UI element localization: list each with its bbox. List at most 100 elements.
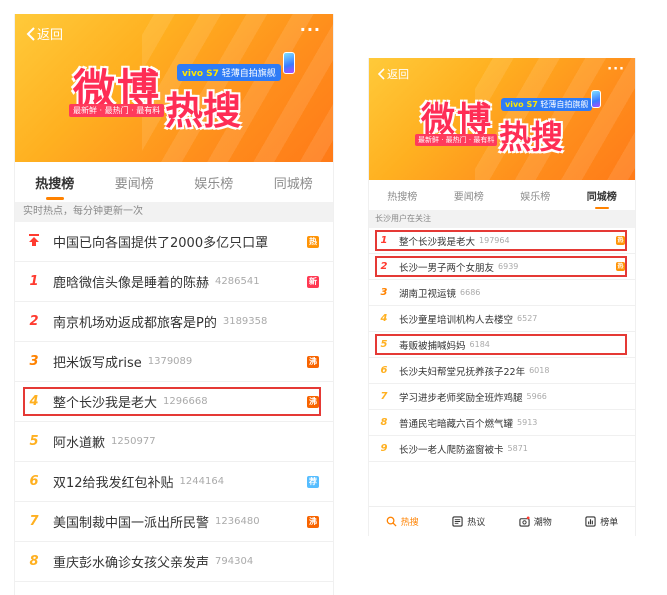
rank-number: 6 <box>380 365 388 376</box>
list-subheader: 实时热点，每分钟更新一次 <box>15 202 333 222</box>
rank-number: 7 <box>29 514 39 529</box>
topic-title: 南京机场劝返成都旅客是P的 <box>53 316 217 331</box>
nav-discussion[interactable]: 热议 <box>452 515 485 528</box>
back-label: 返回 <box>387 68 409 81</box>
topic-title: 普通民宅暗藏六百个燃气罐 <box>399 418 514 430</box>
list-item[interactable]: 3 湖南卫视运镜 6686 <box>369 280 635 306</box>
discussion-icon <box>452 516 463 527</box>
nav-label: 榜单 <box>600 518 619 528</box>
banner-slogan: 最新鲜 · 最热门 · 最有料 <box>415 134 498 146</box>
more-options-icon[interactable]: ··· <box>607 62 625 77</box>
list-item[interactable]: 1 鹿晗微信头像是睡着的陈赫 4286541 新 <box>15 262 333 302</box>
search-count: 5966 <box>526 392 547 401</box>
nav-hot-search[interactable]: 热搜 <box>386 515 419 528</box>
brand-title-secondary: 热搜 <box>499 118 564 156</box>
promo-badge: vivo S7 轻薄自拍旗舰 <box>177 64 281 81</box>
rank-number: 4 <box>380 313 388 324</box>
tab-news[interactable]: 要闻榜 <box>454 188 484 203</box>
left-phone-screen: 返回 ··· 微博 热搜 vivo S7 轻薄自拍旗舰 最新鲜 · 最热门 · … <box>14 14 334 595</box>
topic-title: 长沙一男子两个女朋友 <box>399 262 495 274</box>
search-count: 6018 <box>529 366 550 375</box>
list-item[interactable]: 7 美国制裁中国一派出所民警 1236480 沸 <box>15 502 333 542</box>
ranking-tabs: 热搜榜 要闻榜 娱乐榜 同城榜 <box>369 180 635 210</box>
boiling-badge: 沸 <box>307 356 319 368</box>
rank-number: 3 <box>380 287 388 298</box>
rank-number: 1 <box>380 235 388 246</box>
nav-label: 热搜 <box>400 518 419 528</box>
topic-title: 毒贩被捕喊妈妈 <box>399 340 466 352</box>
back-label: 返回 <box>37 28 64 43</box>
list-item[interactable]: 8 普通民宅暗藏六百个燃气罐 5913 <box>369 410 635 436</box>
nav-trend-goods[interactable]: 潮物 <box>519 515 552 528</box>
tab-local[interactable]: 同城榜 <box>274 173 313 192</box>
search-count: 6939 <box>498 262 519 271</box>
search-count: 197964 <box>479 236 510 245</box>
topic-title: 学习进步老师奖励全班炸鸡腿 <box>399 392 523 404</box>
search-count: 4286541 <box>215 276 260 287</box>
local-ranking-list: 1 整个长沙我是老大 197964 热 2 长沙一男子两个女朋友 6939 热 … <box>369 228 635 462</box>
list-subheader: 长沙用户在关注 <box>369 210 635 228</box>
right-phone-screen: 返回 ··· 微博 热搜 vivo S7 轻薄自拍旗舰 最新鲜 · 最热门 · … <box>368 58 636 536</box>
list-item[interactable]: 9 长沙一老人爬防盗窗被卡 5871 <box>369 436 635 462</box>
search-count: 794304 <box>215 556 254 567</box>
search-count: 3189358 <box>222 316 268 327</box>
list-item[interactable]: 2 南京机场劝返成都旅客是P的 3189358 <box>15 302 333 342</box>
list-item[interactable]: 7 学习进步老师奖励全班炸鸡腿 5966 <box>369 384 635 410</box>
back-button[interactable]: 返回 <box>25 24 63 43</box>
tab-local[interactable]: 同城榜 <box>587 188 617 203</box>
search-count: 1296668 <box>163 396 208 407</box>
tab-hot-search[interactable]: 热搜榜 <box>387 188 417 203</box>
nav-ranking[interactable]: 榜单 <box>585 515 618 528</box>
promo-text: 轻薄自拍旗舰 <box>221 69 276 79</box>
search-count: 1236480 <box>215 516 260 527</box>
chevron-left-icon <box>377 68 385 80</box>
hot-search-banner: 返回 ··· 微博 热搜 vivo S7 轻薄自拍旗舰 最新鲜 · 最热门 · … <box>15 14 333 162</box>
topic-title: 长沙一老人爬防盗窗被卡 <box>399 444 504 456</box>
rank-number: 2 <box>29 314 39 329</box>
topic-title: 整个长沙我是老大 <box>53 396 158 411</box>
rank-number: 9 <box>380 443 388 454</box>
list-item[interactable]: 3 把米饭写成rise 1379089 沸 <box>15 342 333 382</box>
recommend-badge: 荐 <box>307 476 319 488</box>
promo-badge: vivo S7 轻薄自拍旗舰 <box>501 98 593 111</box>
back-button[interactable]: 返回 <box>377 66 409 82</box>
rank-number: 3 <box>29 354 39 369</box>
search-count: 5871 <box>507 444 528 453</box>
list-item[interactable]: 6 长沙夫妇帮堂兄抚养孩子22年 6018 <box>369 358 635 384</box>
topic-title: 长沙夫妇帮堂兄抚养孩子22年 <box>399 366 526 378</box>
tab-news[interactable]: 要闻榜 <box>115 173 154 192</box>
list-item-highlighted[interactable]: 4 整个长沙我是老大 1296668 沸 <box>15 382 333 422</box>
list-item[interactable]: 中国已向各国提供了2000多亿只口罩 热 <box>15 222 333 262</box>
topic-title: 整个长沙我是老大 <box>399 236 476 248</box>
promo-brand: vivo S7 <box>182 69 219 79</box>
list-item-highlighted[interactable]: 1 整个长沙我是老大 197964 热 <box>369 228 635 254</box>
boiling-badge: 沸 <box>307 396 319 408</box>
promo-text: 轻薄自拍旗舰 <box>540 100 589 109</box>
topic-title: 阿水道歉 <box>53 436 106 451</box>
tab-hot-search[interactable]: 热搜榜 <box>35 173 74 192</box>
new-badge: 新 <box>307 276 319 288</box>
list-item-highlighted[interactable]: 2 长沙一男子两个女朋友 6939 热 <box>369 254 635 280</box>
phone-product-image <box>283 52 295 74</box>
topic-title: 美国制裁中国一派出所民警 <box>53 516 210 531</box>
chevron-left-icon <box>26 26 35 41</box>
trend-goods-icon <box>519 516 530 527</box>
ranking-tabs: 热搜榜 要闻榜 娱乐榜 同城榜 <box>15 162 333 202</box>
hot-badge: 热 <box>616 236 625 245</box>
topic-title: 把米饭写成rise <box>53 356 142 371</box>
hot-search-list: 中国已向各国提供了2000多亿只口罩 热 1 鹿晗微信头像是睡着的陈赫 4286… <box>15 222 333 582</box>
search-count: 6184 <box>469 340 490 349</box>
rank-number: 4 <box>29 394 39 409</box>
tab-entertainment[interactable]: 娱乐榜 <box>520 188 550 203</box>
list-item-highlighted[interactable]: 5 毒贩被捕喊妈妈 6184 <box>369 332 635 358</box>
nav-label: 热议 <box>467 518 486 528</box>
more-options-icon[interactable]: ··· <box>300 20 321 39</box>
list-item[interactable]: 8 重庆彭水确诊女孩父亲发声 794304 <box>15 542 333 582</box>
topic-title: 中国已向各国提供了2000多亿只口罩 <box>53 236 269 251</box>
list-item[interactable]: 5 阿水道歉 1250977 <box>15 422 333 462</box>
screenshot-canvas: 返回 ··· 微博 热搜 vivo S7 轻薄自拍旗舰 最新鲜 · 最热门 · … <box>0 0 667 595</box>
tab-entertainment[interactable]: 娱乐榜 <box>194 173 233 192</box>
list-item[interactable]: 6 双12给我发红包补贴 1244164 荐 <box>15 462 333 502</box>
list-item[interactable]: 4 长沙童星培训机构人去楼空 6527 <box>369 306 635 332</box>
search-count: 1250977 <box>111 436 156 447</box>
